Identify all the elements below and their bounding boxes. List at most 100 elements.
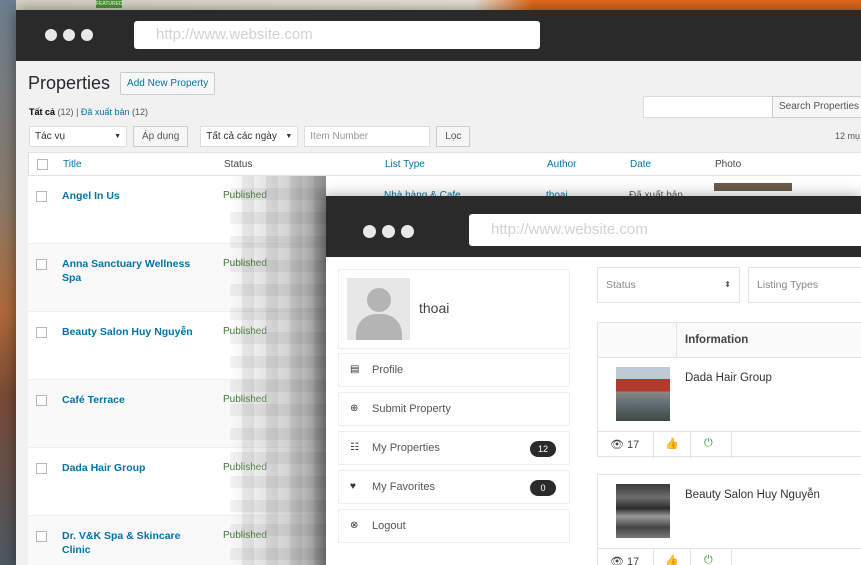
listing-stats: 👁 17 👍 ⏻ bbox=[598, 431, 861, 459]
menu-item-logout[interactable]: ⊗ Logout bbox=[338, 509, 570, 543]
views-count: 17 bbox=[627, 556, 640, 565]
row-checkbox[interactable] bbox=[36, 395, 47, 406]
thumbs-up-icon[interactable]: 👍 bbox=[665, 437, 679, 450]
background-left-strip bbox=[0, 0, 16, 565]
page-header: Properties Add New Property bbox=[28, 72, 216, 95]
table-filters: Tác vụ ▼ Áp dụng Tất cả các ngày ▼ Item … bbox=[29, 126, 471, 147]
column-list-type[interactable]: List Type bbox=[385, 159, 425, 170]
browser-titlebar: http://www.website.com bbox=[16, 10, 861, 61]
views-counter: 👁 17 bbox=[610, 555, 639, 565]
views-counter: 👁 17 bbox=[610, 438, 639, 451]
row-checkbox[interactable] bbox=[36, 191, 47, 202]
menu-item-label: My Properties bbox=[372, 442, 440, 454]
window-dot[interactable] bbox=[81, 29, 93, 41]
search-properties-button[interactable]: Search Properties bbox=[772, 96, 861, 118]
url-bar[interactable]: http://www.website.com bbox=[134, 21, 540, 49]
row-title-link[interactable]: Dada Hair Group bbox=[62, 461, 202, 475]
page-title: Properties bbox=[28, 73, 111, 93]
updown-arrows-icon: ⬍ bbox=[724, 280, 731, 289]
window-dot[interactable] bbox=[63, 29, 75, 41]
row-checkbox[interactable] bbox=[36, 531, 47, 542]
window-controls bbox=[363, 225, 414, 238]
menu-item-my-favorites[interactable]: ♥ My Favorites 0 bbox=[338, 470, 570, 504]
featured-label: FEATURED bbox=[96, 0, 123, 8]
url-bar[interactable]: http://www.website.com bbox=[469, 214, 861, 246]
count-badge: 12 bbox=[530, 441, 556, 457]
views-count: 17 bbox=[627, 439, 640, 451]
row-photo-thumbnail bbox=[714, 183, 792, 191]
window-dot[interactable] bbox=[401, 225, 414, 238]
menu-item-my-properties[interactable]: ☷ My Properties 12 bbox=[338, 431, 570, 465]
column-author[interactable]: Author bbox=[547, 159, 576, 170]
row-title-link[interactable]: Angel In Us bbox=[62, 189, 202, 203]
search-input[interactable] bbox=[643, 96, 773, 118]
listing-card[interactable]: Beauty Salon Huy Nguyễn 👁 17 👍 ⏻ bbox=[597, 474, 861, 565]
status-filter-links: Tất cả (12) | Đã xuất bản (12) bbox=[29, 107, 148, 117]
browser-titlebar: http://www.website.com bbox=[326, 196, 861, 257]
heart-icon: ♥ bbox=[350, 481, 356, 492]
status-select[interactable]: Status ⬍ bbox=[597, 267, 740, 303]
window-dot[interactable] bbox=[363, 225, 376, 238]
listing-name[interactable]: Beauty Salon Huy Nguyễn bbox=[685, 489, 820, 501]
listings-table-header: Information bbox=[597, 322, 861, 359]
row-title-link[interactable]: Dr. V&K Spa & Skincare Clinic bbox=[62, 529, 202, 557]
eye-icon: 👁 bbox=[610, 439, 624, 451]
username: thoai bbox=[419, 300, 450, 316]
item-number-input[interactable]: Item Number bbox=[304, 126, 431, 147]
listing-name[interactable]: Dada Hair Group bbox=[685, 372, 772, 384]
menu-item-label: Logout bbox=[372, 520, 406, 532]
menu-item-profile[interactable]: ▤ Profile bbox=[338, 353, 570, 387]
thumbs-up-icon[interactable]: 👍 bbox=[665, 554, 679, 565]
listing-thumbnail[interactable] bbox=[616, 484, 670, 538]
stats-divider bbox=[690, 432, 691, 459]
row-checkbox[interactable] bbox=[36, 259, 47, 270]
eye-icon: 👁 bbox=[610, 556, 624, 565]
column-photo: Photo bbox=[715, 159, 742, 170]
select-all-checkbox[interactable] bbox=[37, 158, 48, 170]
listing-types-select[interactable]: Listing Types bbox=[748, 267, 861, 303]
row-checkbox[interactable] bbox=[36, 463, 47, 474]
listing-thumbnail[interactable] bbox=[616, 367, 670, 421]
column-title[interactable]: Title bbox=[63, 159, 82, 170]
menu-item-label: Profile bbox=[372, 364, 404, 376]
bulk-action-value: Tác vụ bbox=[35, 131, 66, 142]
stats-divider bbox=[653, 432, 654, 459]
add-new-property-button[interactable]: Add New Property bbox=[120, 72, 216, 95]
chevron-down-icon: ▼ bbox=[114, 133, 121, 140]
dashboard-browser-window: http://www.website.com thoai ▤ Profile ⊕ Su… bbox=[326, 196, 861, 565]
listing-types-value: Listing Types bbox=[757, 279, 819, 291]
power-icon[interactable]: ⏻ bbox=[704, 437, 713, 450]
menu-item-submit-property[interactable]: ⊕ Submit Property bbox=[338, 392, 570, 426]
column-status: Status bbox=[224, 159, 253, 170]
table-header: Title Status List Type Author Date Photo bbox=[28, 152, 861, 176]
date-filter-value: Tất cả các ngày bbox=[206, 131, 277, 142]
menu-item-label: My Favorites bbox=[372, 481, 435, 493]
list-icon: ☷ bbox=[350, 442, 359, 453]
stats-divider bbox=[690, 549, 691, 565]
date-filter-select[interactable]: Tất cả các ngày ▼ bbox=[200, 126, 299, 147]
user-body-shape bbox=[356, 314, 402, 340]
user-head-shape bbox=[367, 288, 391, 312]
row-title-link[interactable]: Beauty Salon Huy Nguyễn bbox=[62, 325, 202, 339]
window-dot[interactable] bbox=[45, 29, 57, 41]
status-select-value: Status bbox=[606, 279, 636, 291]
bulk-action-select[interactable]: Tác vụ ▼ bbox=[29, 126, 127, 147]
items-count: 12 mụ bbox=[835, 131, 861, 141]
apply-button[interactable]: Áp dụng bbox=[133, 126, 189, 147]
stats-divider bbox=[653, 549, 654, 565]
filter-all-link[interactable]: Tất cả bbox=[29, 107, 55, 117]
window-controls bbox=[45, 29, 93, 41]
window-dot[interactable] bbox=[382, 225, 395, 238]
close-circle-icon: ⊗ bbox=[350, 520, 359, 531]
column-divider bbox=[676, 323, 677, 359]
filter-published-link[interactable]: Đã xuất bản bbox=[81, 107, 130, 117]
power-icon[interactable]: ⏻ bbox=[704, 554, 713, 565]
row-title-link[interactable]: Café Terrace bbox=[62, 393, 202, 407]
plus-circle-icon: ⊕ bbox=[350, 403, 359, 414]
column-date[interactable]: Date bbox=[630, 159, 651, 170]
listing-card[interactable]: Dada Hair Group 👁 17 👍 ⏻ bbox=[597, 357, 861, 459]
filter-published-count: (12) bbox=[131, 107, 148, 117]
filter-button[interactable]: Lọc bbox=[436, 126, 471, 147]
row-checkbox[interactable] bbox=[36, 327, 47, 338]
row-title-link[interactable]: Anna Sanctuary Wellness Spa bbox=[62, 257, 202, 285]
